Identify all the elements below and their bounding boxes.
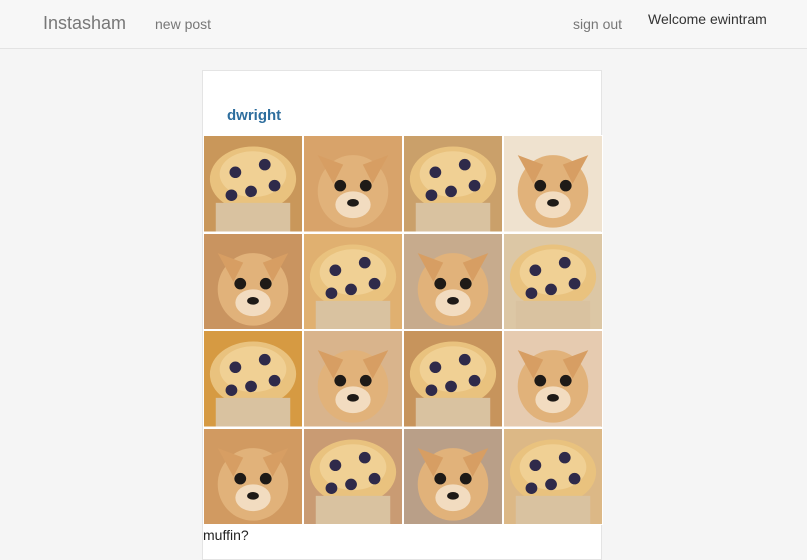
dog-tile — [303, 330, 403, 428]
dog-tile — [203, 232, 303, 330]
dog-tile — [303, 135, 403, 233]
muffin-tile — [403, 135, 503, 233]
muffin-tile — [503, 427, 603, 525]
muffin-tile — [303, 427, 403, 525]
dog-tile — [503, 135, 603, 233]
dog-tile — [203, 427, 303, 525]
welcome-text: Welcome ewintram — [648, 11, 767, 27]
top-navbar: Instasham new post sign out Welcome ewin… — [0, 0, 807, 49]
post-card: dwright muffin? — [202, 70, 603, 560]
muffin-tile — [203, 135, 303, 233]
post-image[interactable] — [203, 135, 603, 525]
dog-tile — [403, 232, 503, 330]
muffin-tile — [503, 232, 603, 330]
muffin-tile — [203, 330, 303, 428]
new-post-link[interactable]: new post — [155, 16, 211, 32]
dog-tile — [403, 427, 503, 525]
post-caption: muffin? — [203, 527, 249, 543]
muffin-tile — [403, 330, 503, 428]
sign-out-link[interactable]: sign out — [573, 16, 622, 32]
post-author-link[interactable]: dwright — [227, 107, 281, 124]
muffin-tile — [303, 232, 403, 330]
brand-link[interactable]: Instasham — [43, 13, 126, 34]
dog-tile — [503, 330, 603, 428]
